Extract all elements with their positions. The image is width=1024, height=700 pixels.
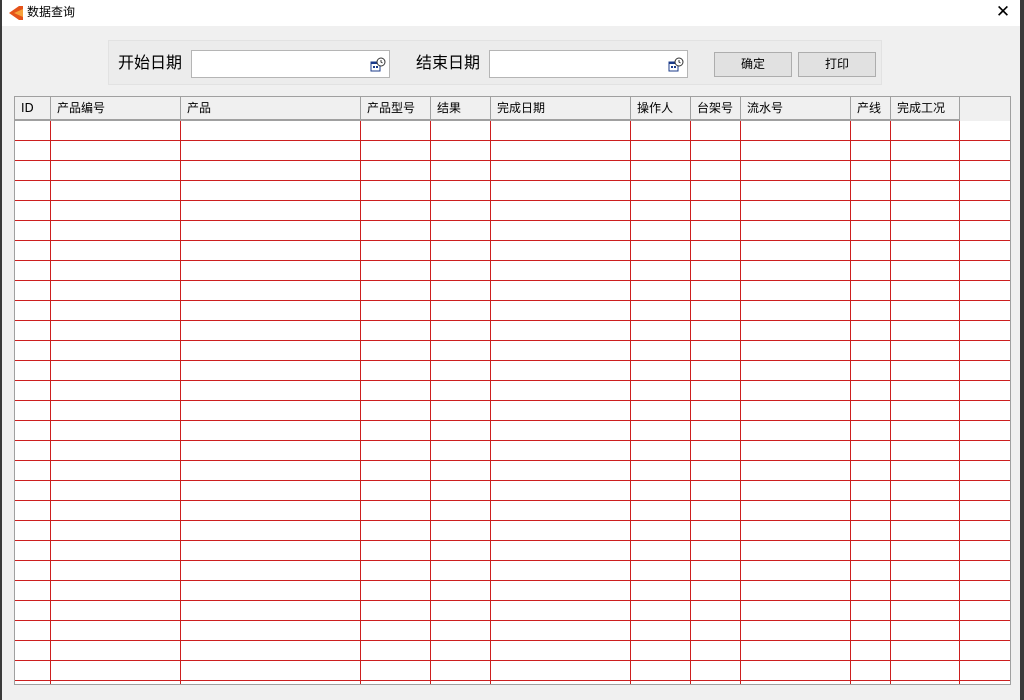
column-divider xyxy=(490,121,491,684)
column-header[interactable]: 产品 xyxy=(181,97,361,121)
column-divider xyxy=(50,121,51,684)
data-query-window: 数据查询 ✕ 开始日期 结束日期 确定 打印 ID 产品编号 产品 产品型号 结… xyxy=(2,0,1020,700)
column-divider xyxy=(740,121,741,684)
calendar-icon[interactable] xyxy=(668,57,684,73)
column-header[interactable]: 操作人 xyxy=(631,97,691,121)
column-header[interactable]: 完成工况 xyxy=(891,97,960,121)
column-divider xyxy=(850,121,851,684)
start-date-field[interactable] xyxy=(195,54,365,74)
close-icon: ✕ xyxy=(995,2,1011,22)
table-body[interactable] xyxy=(15,121,1010,684)
column-header[interactable]: 产品编号 xyxy=(51,97,181,121)
table-header: ID 产品编号 产品 产品型号 结果 完成日期 操作人 台架号 流水号 产线 完成工况 xyxy=(15,97,1010,121)
column-header[interactable]: 结果 xyxy=(431,97,491,121)
column-divider xyxy=(430,121,431,684)
title-bar: 数据查询 ✕ xyxy=(2,0,1020,26)
column-divider xyxy=(630,121,631,684)
column-header[interactable]: ID xyxy=(15,97,51,121)
start-date-picker[interactable] xyxy=(191,50,390,78)
confirm-button[interactable]: 确定 xyxy=(714,52,792,77)
end-date-label: 结束日期 xyxy=(416,53,481,72)
column-header[interactable]: 完成日期 xyxy=(491,97,631,121)
column-header[interactable]: 产品型号 xyxy=(361,97,431,121)
column-divider xyxy=(180,121,181,684)
window-title: 数据查询 xyxy=(27,5,76,19)
calendar-icon[interactable] xyxy=(370,57,386,73)
close-button[interactable]: ✕ xyxy=(986,0,1020,26)
query-toolbar: 开始日期 结束日期 确定 打印 xyxy=(108,40,882,85)
column-header[interactable]: 流水号 xyxy=(741,97,851,121)
print-button[interactable]: 打印 xyxy=(798,52,876,77)
end-date-picker[interactable] xyxy=(489,50,688,78)
column-divider xyxy=(890,121,891,684)
column-divider xyxy=(360,121,361,684)
end-date-field[interactable] xyxy=(493,54,663,74)
results-table[interactable]: ID 产品编号 产品 产品型号 结果 完成日期 操作人 台架号 流水号 产线 完成工况 xyxy=(14,96,1011,685)
column-divider xyxy=(959,121,960,684)
column-header[interactable]: 台架号 xyxy=(691,97,741,121)
column-header[interactable]: 产线 xyxy=(851,97,891,121)
app-icon xyxy=(7,4,25,22)
start-date-label: 开始日期 xyxy=(118,53,183,72)
column-divider xyxy=(690,121,691,684)
